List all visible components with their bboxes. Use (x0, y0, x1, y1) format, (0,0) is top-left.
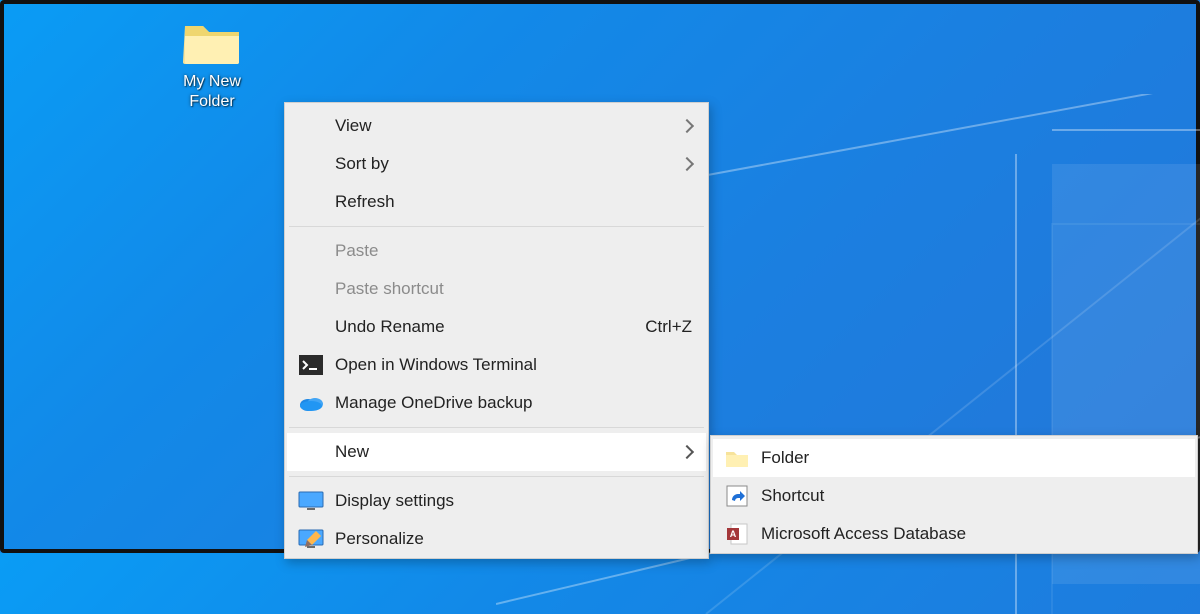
menu-item-undo-rename[interactable]: Undo Rename Ctrl+Z (287, 308, 706, 346)
menu-label: Open in Windows Terminal (335, 355, 537, 375)
menu-label: New (335, 442, 369, 462)
folder-icon (183, 18, 241, 66)
chevron-right-icon (680, 445, 694, 459)
svg-text:A: A (730, 529, 737, 539)
onedrive-icon (298, 392, 324, 414)
menu-label: Paste (335, 241, 378, 261)
menu-separator (289, 427, 704, 428)
menu-item-open-windows-terminal[interactable]: Open in Windows Terminal (287, 346, 706, 384)
menu-label: Refresh (335, 192, 395, 212)
access-icon: A (724, 523, 750, 545)
menu-label: Display settings (335, 491, 454, 511)
menu-item-new[interactable]: New (287, 433, 706, 471)
submenu-item-shortcut[interactable]: Shortcut (713, 477, 1195, 515)
menu-shortcut: Ctrl+Z (645, 317, 692, 337)
desktop-icon-label: My NewFolder (164, 72, 260, 112)
menu-label: Shortcut (761, 486, 824, 506)
new-submenu: Folder Shortcut A Microsoft Access Datab… (710, 435, 1198, 554)
menu-item-display-settings[interactable]: Display settings (287, 482, 706, 520)
desktop-context-menu: View Sort by Refresh Paste Paste shortcu… (284, 102, 709, 559)
menu-label: Folder (761, 448, 809, 468)
desktop-icon-my-new-folder[interactable]: My NewFolder (164, 18, 260, 112)
display-icon (298, 490, 324, 512)
submenu-item-access-database[interactable]: A Microsoft Access Database (713, 515, 1195, 553)
menu-item-personalize[interactable]: Personalize (287, 520, 706, 558)
menu-label: Paste shortcut (335, 279, 444, 299)
menu-item-manage-onedrive-backup[interactable]: Manage OneDrive backup (287, 384, 706, 422)
submenu-item-folder[interactable]: Folder (713, 439, 1195, 477)
menu-item-paste: Paste (287, 232, 706, 270)
shortcut-icon (724, 485, 750, 507)
menu-label: Manage OneDrive backup (335, 393, 533, 413)
menu-item-sort-by[interactable]: Sort by (287, 145, 706, 183)
menu-label: Undo Rename (335, 317, 445, 337)
menu-item-refresh[interactable]: Refresh (287, 183, 706, 221)
menu-label: Personalize (335, 529, 424, 549)
chevron-right-icon (680, 119, 694, 133)
menu-separator (289, 226, 704, 227)
chevron-right-icon (680, 157, 694, 171)
menu-item-view[interactable]: View (287, 107, 706, 145)
menu-separator (289, 476, 704, 477)
terminal-icon (298, 354, 324, 376)
menu-label: Microsoft Access Database (761, 524, 966, 544)
menu-label: View (335, 116, 372, 136)
folder-icon (724, 447, 750, 469)
menu-label: Sort by (335, 154, 389, 174)
personalize-icon (298, 528, 324, 550)
menu-item-paste-shortcut: Paste shortcut (287, 270, 706, 308)
